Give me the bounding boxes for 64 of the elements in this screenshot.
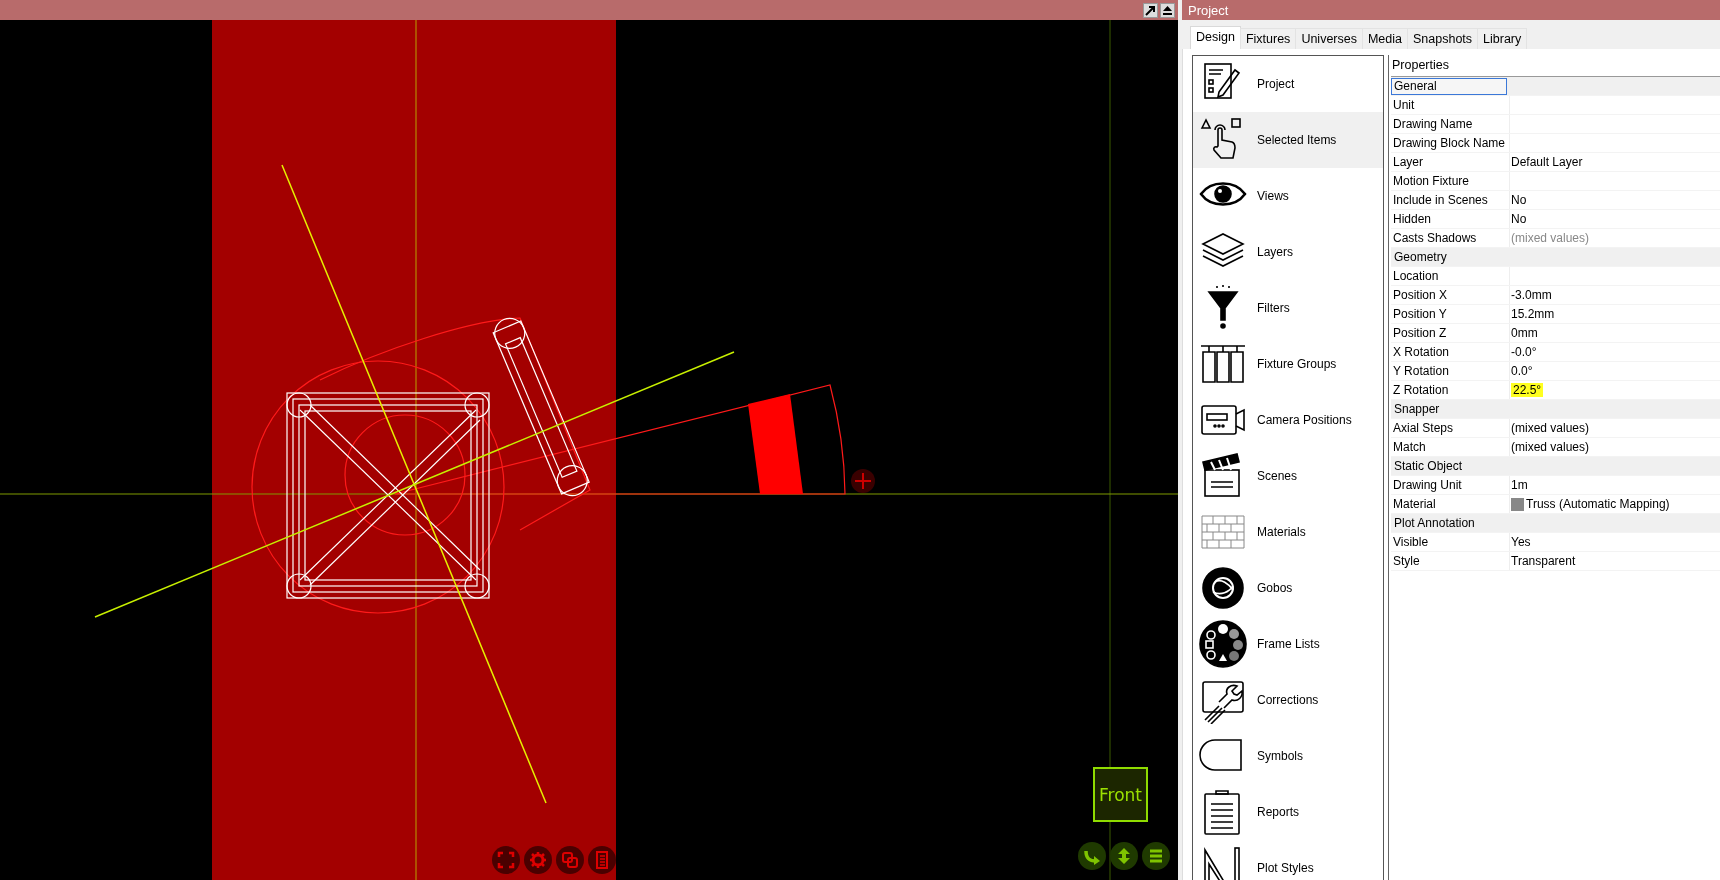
property-name: Y Rotation: [1391, 362, 1510, 380]
menu-icon: [1147, 847, 1165, 865]
list-icon: [593, 851, 611, 869]
property-value[interactable]: -3.0mm: [1511, 288, 1552, 302]
property-value[interactable]: (mixed values): [1511, 421, 1590, 435]
property-name: X Rotation: [1391, 343, 1510, 361]
swap-arrows-button[interactable]: [1110, 842, 1138, 870]
property-value[interactable]: Transparent: [1511, 554, 1576, 568]
category-label[interactable]: Snapper: [1391, 400, 1507, 418]
property-name: Position X: [1391, 286, 1510, 304]
properties-heading: Properties: [1391, 57, 1450, 74]
tab[interactable]: Design: [1190, 26, 1241, 49]
undock-icon[interactable]: [1143, 2, 1158, 18]
category-label[interactable]: Plot Annotation: [1391, 514, 1507, 532]
property-value[interactable]: 0.0°: [1511, 364, 1533, 378]
panel-title: Project: [1182, 0, 1720, 20]
property-value[interactable]: Truss (Automatic Mapping): [1526, 497, 1670, 511]
sidebar-item[interactable]: Selected Items: [1193, 112, 1383, 168]
tab[interactable]: Library: [1477, 28, 1528, 49]
tab[interactable]: Fixtures: [1239, 28, 1297, 49]
category-label[interactable]: Static Object: [1391, 457, 1507, 475]
property-name: Unit: [1391, 96, 1510, 114]
property-name: Drawing Name: [1391, 115, 1510, 133]
property-name: Position Y: [1391, 305, 1510, 323]
property-value[interactable]: 22.5°: [1511, 383, 1544, 397]
property-name: Drawing Block Name: [1391, 134, 1510, 152]
menu-button[interactable]: [1142, 842, 1170, 870]
property-value[interactable]: (mixed values): [1511, 440, 1590, 454]
property-value[interactable]: No: [1511, 212, 1527, 226]
property-value[interactable]: 1m: [1511, 478, 1528, 492]
curved-arrow-button[interactable]: [1078, 842, 1106, 870]
property-value[interactable]: Default Layer: [1511, 155, 1583, 169]
fullscreen-icon: [497, 851, 515, 869]
property-name: Drawing Unit: [1391, 476, 1510, 494]
view-button[interactable]: Front: [1093, 767, 1148, 822]
property-value[interactable]: -0.0°: [1511, 345, 1537, 359]
copy-icon: [561, 851, 579, 869]
property-name: Material: [1391, 495, 1510, 513]
tab[interactable]: Snapshots: [1407, 28, 1479, 49]
property-name: Layer: [1391, 153, 1510, 171]
property-name: Location: [1391, 267, 1510, 285]
property-name: Axial Steps: [1391, 419, 1510, 437]
settings-icon: [529, 851, 547, 869]
property-value[interactable]: (mixed values): [1511, 231, 1590, 245]
property-name: Visible: [1391, 533, 1510, 551]
property-name: Include in Scenes: [1391, 191, 1510, 209]
property-name: Match: [1391, 438, 1510, 456]
property-value[interactable]: No: [1511, 193, 1527, 207]
gobo-disc-icon: [1199, 564, 1247, 612]
property-name: Position Z: [1391, 324, 1510, 342]
category-label[interactable]: General: [1391, 77, 1507, 95]
property-name: Z Rotation: [1391, 381, 1510, 399]
property-value[interactable]: 0mm: [1511, 326, 1538, 340]
property-value[interactable]: Yes: [1511, 535, 1531, 549]
crosshair-icon[interactable]: [851, 469, 875, 493]
eject-icon[interactable]: [1160, 2, 1175, 18]
color-wheel-icon: [1199, 620, 1247, 668]
property-name: Hidden: [1391, 210, 1510, 228]
material-swatch: [1511, 497, 1524, 511]
property-name: Casts Shadows: [1391, 229, 1510, 247]
category-label[interactable]: Geometry: [1391, 248, 1507, 266]
property-name: Motion Fixture: [1391, 172, 1510, 190]
property-name: Style: [1391, 552, 1510, 570]
property-value[interactable]: 15.2mm: [1511, 307, 1555, 321]
